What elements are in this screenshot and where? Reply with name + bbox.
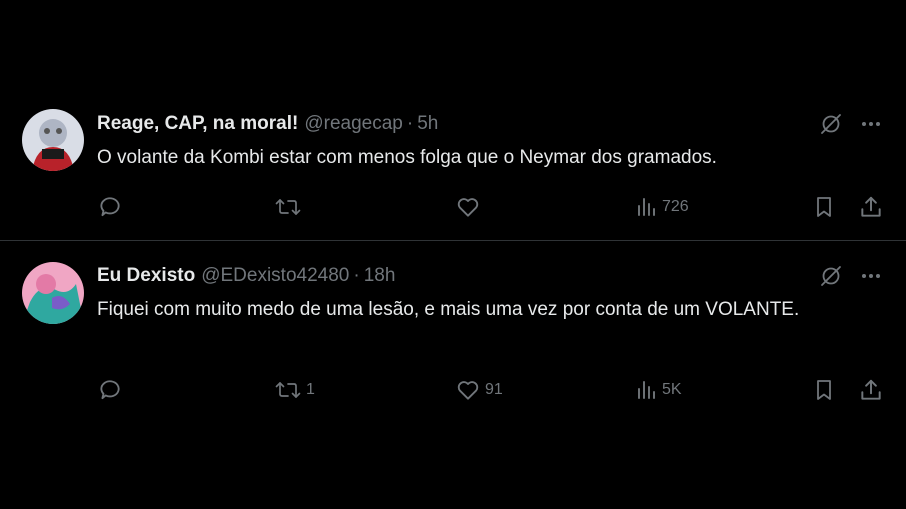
views-count: 726 [662, 198, 689, 215]
author-name[interactable]: Eu Dexisto [97, 265, 195, 287]
grok-icon[interactable] [818, 263, 844, 289]
timestamp[interactable]: 5h [417, 113, 438, 135]
reply-icon [97, 377, 123, 403]
like-button[interactable] [455, 192, 485, 222]
tweet-actions: 1 91 5K [0, 375, 906, 405]
avatar[interactable] [22, 262, 84, 324]
views-count: 5K [662, 381, 682, 398]
share-icon [858, 377, 884, 403]
tweet-text: Fiquei com muito medo de uma lesão, e ma… [97, 299, 800, 320]
share-button[interactable] [858, 375, 884, 405]
retweet-icon [274, 377, 302, 403]
more-icon[interactable] [858, 263, 884, 289]
bookmark-icon [812, 377, 836, 403]
heart-icon [455, 194, 481, 220]
heart-icon [455, 377, 481, 403]
author-handle[interactable]: @reagecap [304, 113, 403, 135]
author-name[interactable]: Reage, CAP, na moral! [97, 113, 298, 135]
avatar[interactable] [22, 109, 84, 171]
bookmark-button[interactable] [812, 192, 836, 222]
views-button[interactable]: 5K [634, 375, 682, 405]
retweet-count: 1 [306, 381, 315, 398]
tweet[interactable]: Eu Dexisto @EDexisto42480 · 18h Fiquei c… [0, 241, 906, 421]
author-handle[interactable]: @EDexisto42480 [201, 265, 349, 287]
views-button[interactable]: 726 [634, 192, 689, 222]
tweet-text: O volante da Kombi estar com menos folga… [97, 147, 717, 168]
tweet-header: Reage, CAP, na moral! @reagecap · 5h [97, 112, 438, 136]
views-icon [634, 194, 658, 220]
bookmark-button[interactable] [812, 375, 836, 405]
reply-icon [97, 194, 123, 220]
more-icon[interactable] [858, 111, 884, 137]
grok-icon[interactable] [818, 111, 844, 137]
share-button[interactable] [858, 192, 884, 222]
views-icon [634, 377, 658, 403]
tweet-header: Eu Dexisto @EDexisto42480 · 18h [97, 264, 395, 288]
like-button[interactable]: 91 [455, 375, 503, 405]
tweet[interactable]: Reage, CAP, na moral! @reagecap · 5h O v… [0, 100, 906, 240]
share-icon [858, 194, 884, 220]
retweet-button[interactable]: 1 [274, 375, 315, 405]
separator-dot: · [406, 113, 414, 134]
timestamp[interactable]: 18h [364, 265, 396, 287]
reply-button[interactable] [97, 192, 127, 222]
tweet-actions: 726 [0, 192, 906, 222]
bookmark-icon [812, 194, 836, 220]
retweet-button[interactable] [274, 192, 306, 222]
reply-button[interactable] [97, 375, 127, 405]
like-count: 91 [485, 381, 503, 398]
retweet-icon [274, 194, 302, 220]
separator-dot: · [353, 265, 360, 286]
